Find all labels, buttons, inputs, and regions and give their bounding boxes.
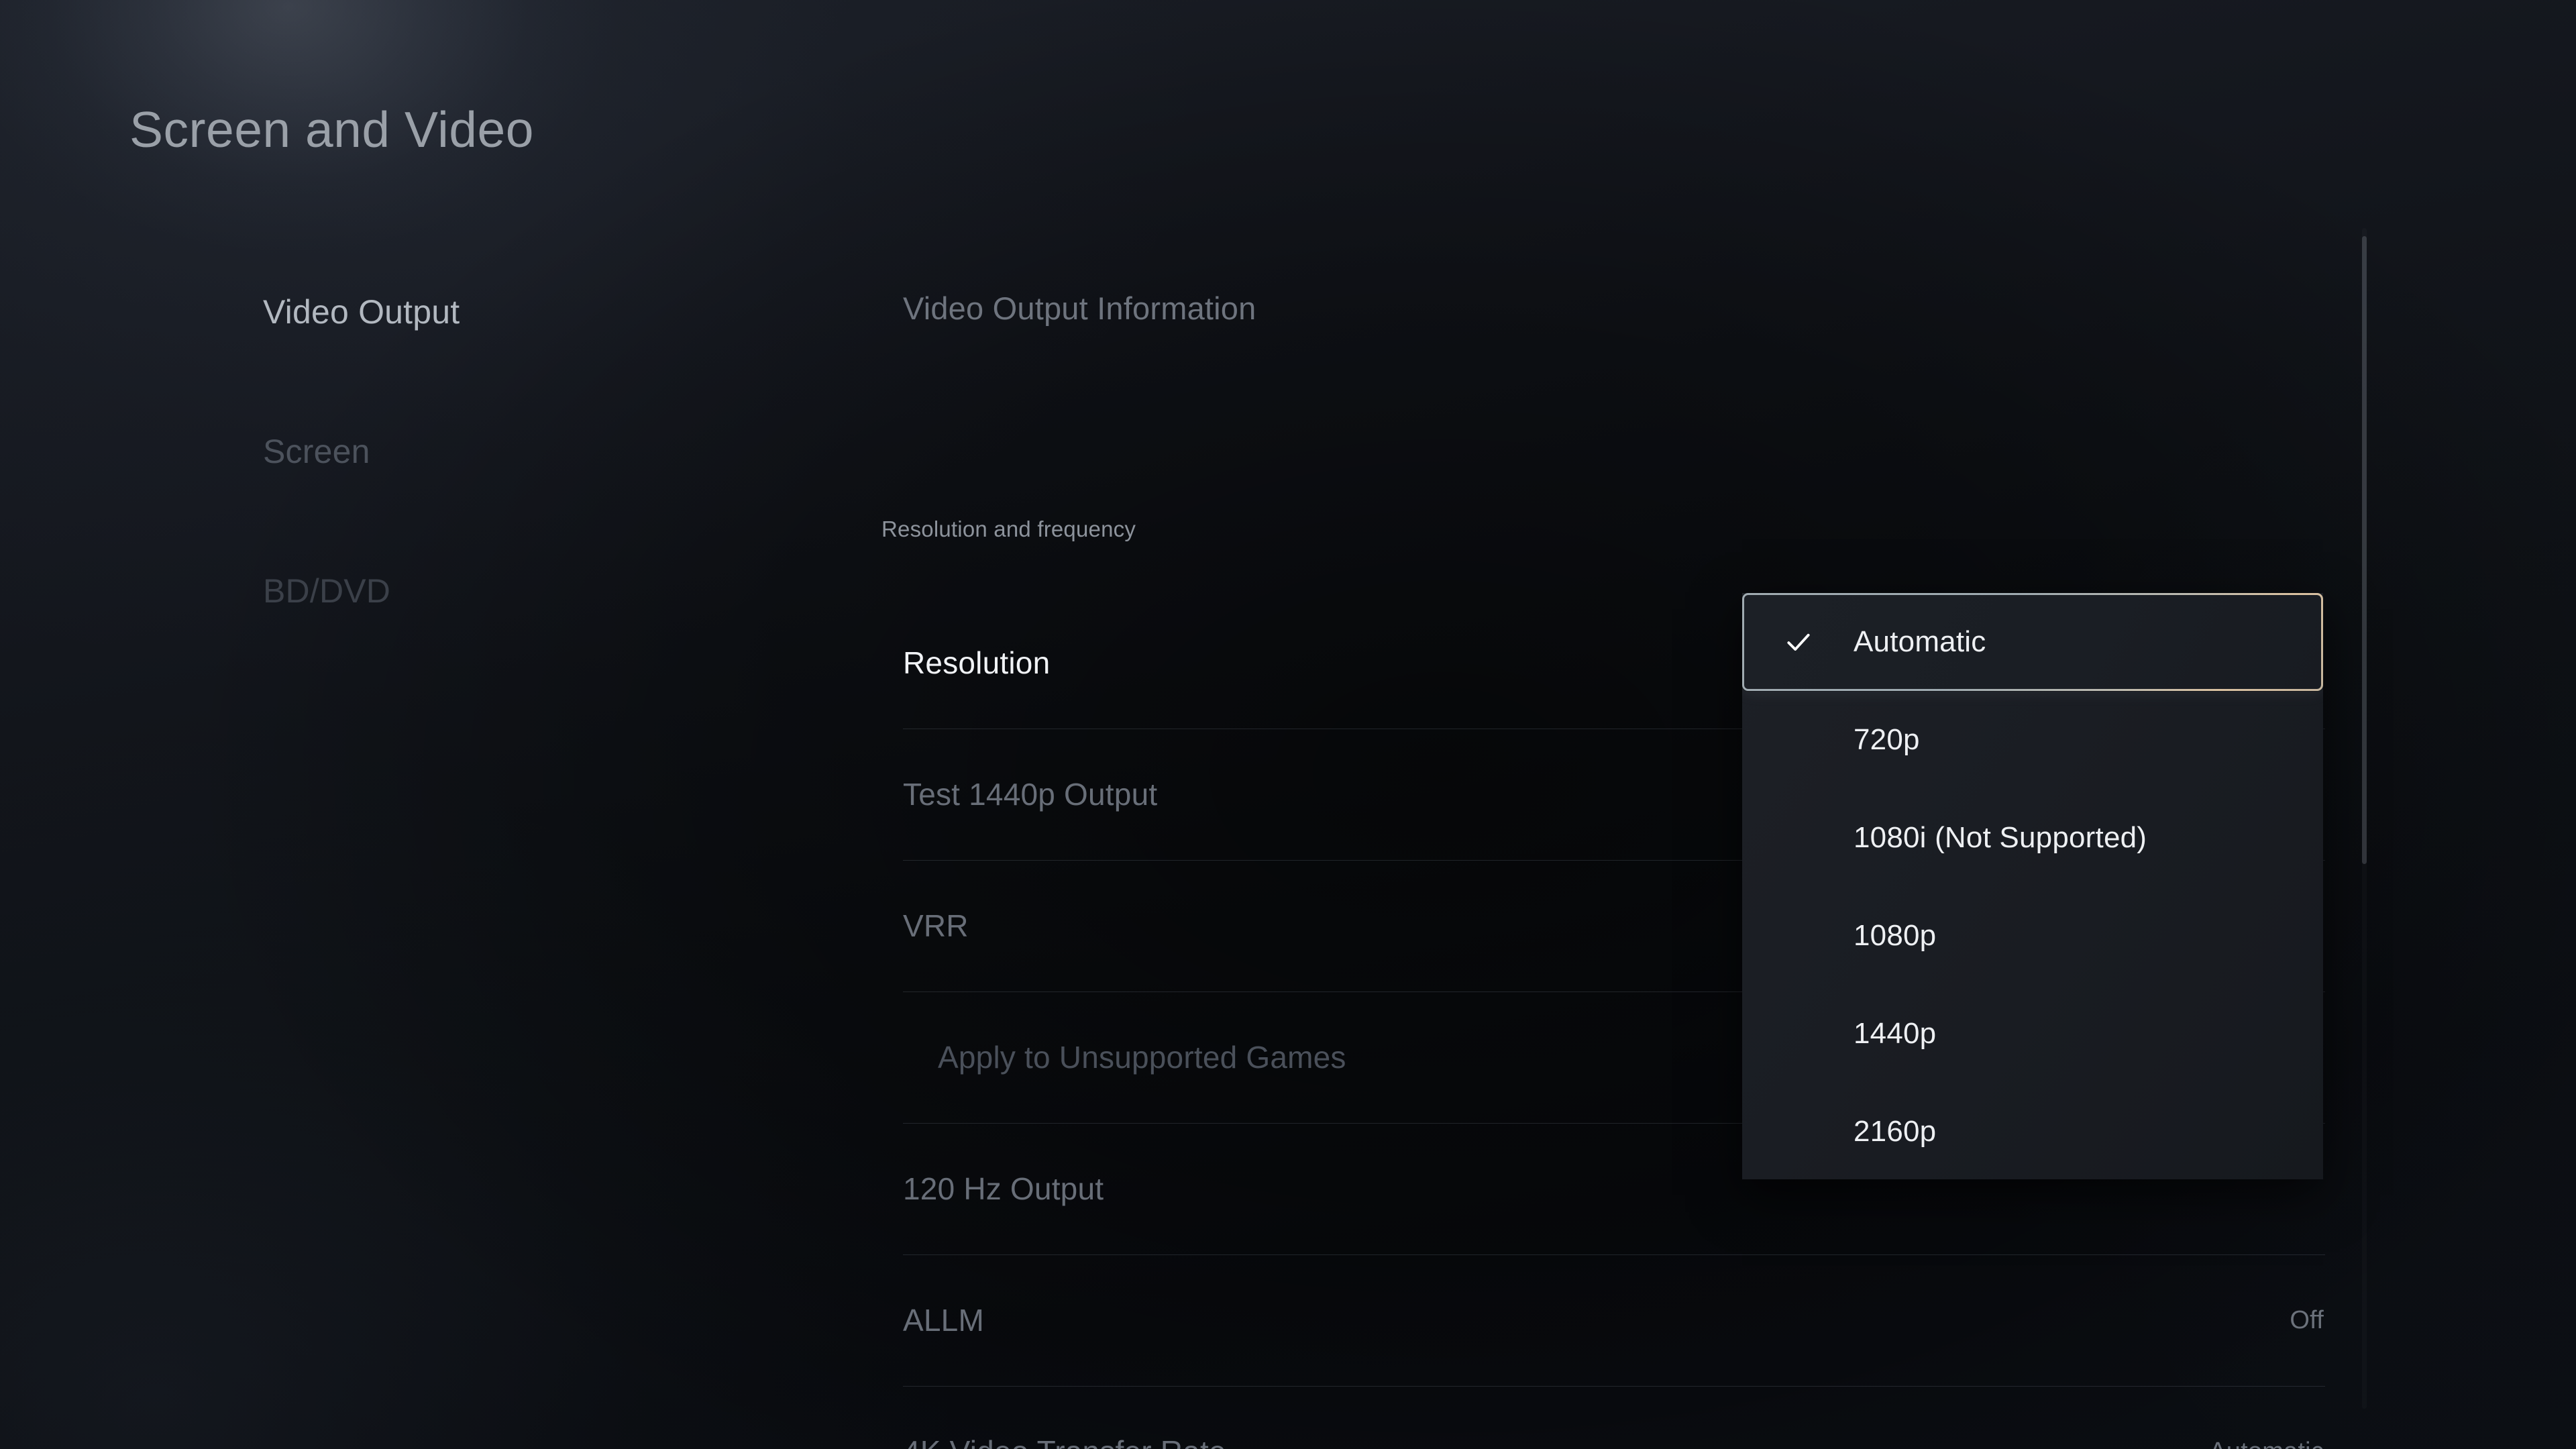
settings-row-label: Test 1440p Output [903, 777, 1158, 812]
dropdown-option[interactable]: Automatic [1742, 593, 2323, 691]
settings-row-value: Automatic [2209, 1438, 2325, 1449]
section-heading[interactable]: Video Output Information [903, 290, 1256, 327]
settings-row-value: Off [2290, 1305, 2324, 1334]
dropdown-option[interactable]: 1080p [1742, 887, 2323, 985]
ps5-settings-screen: Screen and Video Video Output Screen BD/DV… [0, 0, 2576, 1449]
dropdown-option[interactable]: 2160p [1742, 1083, 2323, 1179]
resolution-dropdown[interactable]: Automatic 720p 1080i (Not Supported) 1080p 1… [1742, 593, 2323, 1179]
group-label: Resolution and frequency [881, 517, 1136, 541]
dropdown-option-label: 1080i (Not Supported) [1854, 821, 2147, 854]
scrollbar-thumb[interactable] [2362, 236, 2367, 864]
dropdown-option-label: 1440p [1854, 1017, 1937, 1050]
dropdown-option-label: 2160p [1854, 1115, 1937, 1148]
sidebar-item-video-output[interactable]: Video Output [263, 275, 773, 415]
dropdown-option-label: Automatic [1854, 625, 1986, 658]
settings-row[interactable]: ALLM Off [903, 1254, 2325, 1386]
dropdown-option[interactable]: 720p [1742, 691, 2323, 789]
dropdown-option[interactable]: 1080i (Not Supported) [1742, 789, 2323, 887]
settings-row-label: Apply to Unsupported Games [938, 1040, 1346, 1075]
settings-row-label: ALLM [903, 1303, 984, 1338]
settings-row-label: 120 Hz Output [903, 1171, 1104, 1206]
dropdown-option[interactable]: 1440p [1742, 985, 2323, 1083]
page-title: Screen and Video [129, 101, 534, 158]
settings-row[interactable]: 4K Video Transfer Rate Automatic [903, 1386, 2325, 1449]
sidebar: Video Output Screen BD/DVD [263, 275, 773, 694]
settings-row-label: VRR [903, 908, 969, 943]
dropdown-option-label: 720p [1854, 723, 1920, 756]
settings-row-label: Resolution [903, 645, 1051, 680]
sidebar-item-screen[interactable]: Screen [263, 415, 773, 554]
settings-row-label: 4K Video Transfer Rate [903, 1434, 1226, 1449]
check-icon [1784, 627, 1813, 657]
dropdown-option-label: 1080p [1854, 919, 1937, 952]
sidebar-item-bd-dvd[interactable]: BD/DVD [263, 554, 773, 694]
